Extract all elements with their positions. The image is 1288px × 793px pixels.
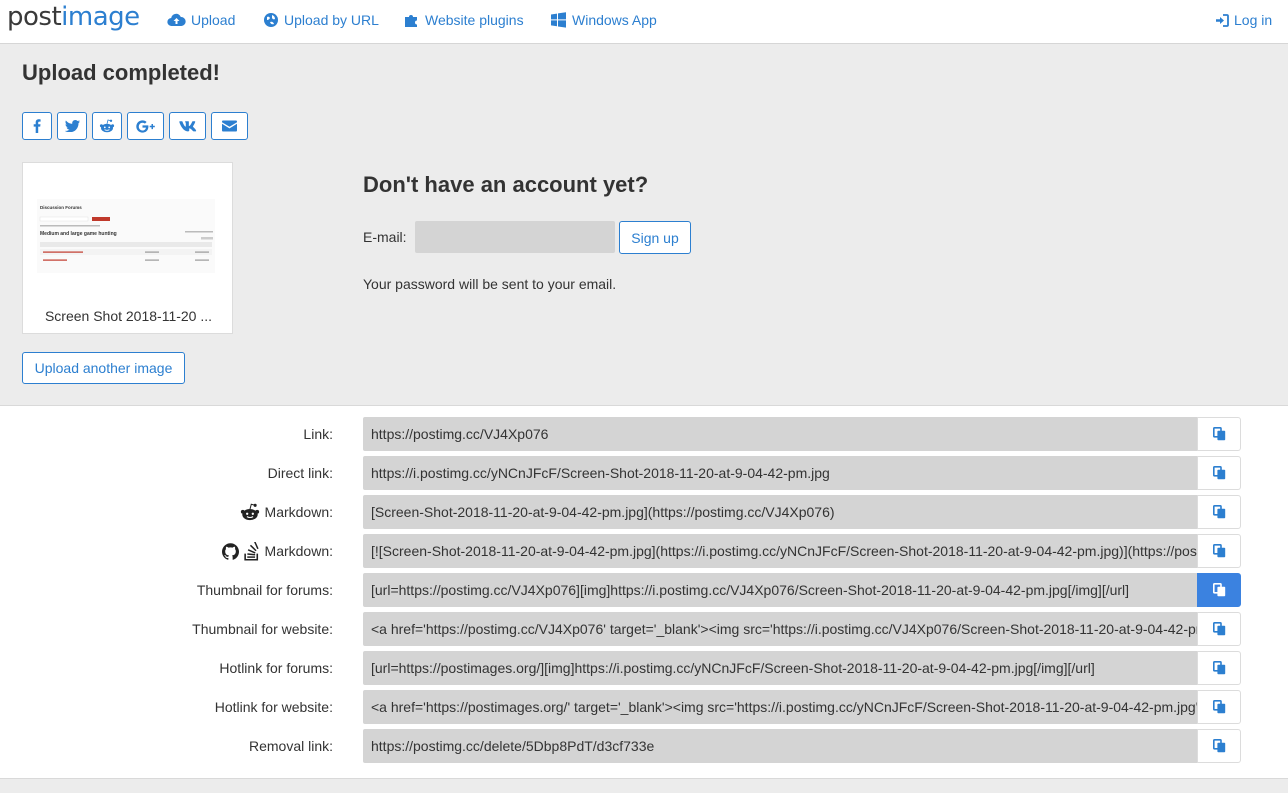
copy-icon [1212,739,1225,753]
reddit-markdown-field[interactable]: [Screen-Shot-2018-11-20-at-9-04-42-pm.jp… [363,495,1198,529]
copy-button[interactable] [1197,651,1241,685]
nav-upload-by-url-label: Upload by URL [284,12,379,28]
copy-icon [1212,427,1225,441]
reddit-markdown-row: Markdown: [Screen-Shot-2018-11-20-at-9-0… [0,495,1288,529]
thumbnail-forums-field[interactable]: [url=https://postimg.cc/VJ4Xp076][img]ht… [363,573,1198,607]
globe-icon [264,13,278,27]
vk-icon [178,120,196,131]
row-label: Markdown: [239,495,333,529]
share-email-button[interactable] [211,112,248,140]
sign-up-button[interactable]: Sign up [619,221,691,254]
google-plus-icon [135,119,155,133]
share-buttons [22,112,248,140]
hotlink-forums-row: Hotlink for forums: [url=https://postima… [0,651,1288,685]
copy-button[interactable] [1197,729,1241,763]
nav-windows-app-label: Windows App [572,12,657,28]
hotlink-website-row: Hotlink for website: <a href='https://po… [0,690,1288,724]
email-icon [222,120,237,132]
copy-icon [1212,661,1225,675]
uploaded-image-card[interactable]: Discussion Forums Medium and large game … [22,162,233,334]
direct-link-row: Direct link: https://i.postimg.cc/yNCnJF… [0,456,1288,490]
account-heading: Don't have an account yet? [363,172,649,197]
nav-website-plugins[interactable]: Website plugins [403,10,524,30]
password-note: Your password will be sent to your email… [363,276,617,292]
share-twitter-button[interactable] [57,112,87,140]
postimage-logo[interactable]: postimage [7,2,140,32]
page-title: Upload completed! [22,60,221,85]
facebook-icon [33,119,41,133]
windows-icon [551,12,566,28]
copy-button[interactable] [1197,456,1241,490]
hotlink-website-field[interactable]: <a href='https://postimages.org/' target… [363,690,1198,724]
thumbnail-preview-subtitle: Medium and large game hunting [40,231,117,237]
top-navbar: postimage Upload Upload by URL Website p… [0,0,1288,44]
nav-windows-app[interactable]: Windows App [550,10,657,30]
nav-website-plugins-label: Website plugins [425,12,524,28]
github-icon [221,542,239,560]
nav-upload-label: Upload [191,12,236,28]
copy-icon [1212,466,1225,480]
share-vk-button[interactable] [169,112,206,140]
twitter-icon [64,120,80,132]
email-label: E-mail: [363,229,407,245]
copy-button[interactable] [1197,612,1241,646]
copy-icon [1212,544,1225,558]
copy-button[interactable] [1197,495,1241,529]
row-label: Hotlink for forums: [219,660,333,676]
stack-overflow-icon [243,541,259,561]
thumbnail-preview-title: Discussion Forums [40,205,82,210]
row-label: Thumbnail for forums: [196,582,333,598]
reddit-icon [99,119,115,133]
thumbnail-forums-row: Thumbnail for forums: [url=https://posti… [0,573,1288,607]
reddit-icon [240,503,259,521]
sign-in-icon [1216,13,1229,27]
row-label: Link: [303,426,333,442]
copy-button[interactable] [1197,417,1241,451]
thumbnail-preview-image: Discussion Forums Medium and large game … [37,199,215,273]
share-google-plus-button[interactable] [127,112,164,140]
thumbnail-caption: Screen Shot 2018-11-20 ... [44,308,213,324]
puzzle-icon [405,15,417,27]
nav-login-label: Log in [1234,12,1273,28]
nav-login[interactable]: Log in [1215,10,1272,30]
row-label: Hotlink for website: [214,699,333,715]
link-field[interactable]: https://postimg.cc/VJ4Xp076 [363,417,1198,451]
github-markdown-field[interactable]: [![Screen-Shot-2018-11-20-at-9-04-42-pm.… [363,534,1198,568]
email-field[interactable] [415,221,615,253]
share-reddit-button[interactable] [92,112,122,140]
copy-button[interactable] [1197,534,1241,568]
removal-link-field[interactable]: https://postimg.cc/delete/5Dbp8PdT/d3cf7… [363,729,1198,763]
upload-another-image-button[interactable]: Upload another image [22,352,185,384]
removal-link-row: Removal link: https://postimg.cc/delete/… [0,729,1288,763]
thumbnail-website-row: Thumbnail for website: <a href='https://… [0,612,1288,646]
copy-button[interactable] [1197,573,1241,607]
copy-button[interactable] [1197,690,1241,724]
direct-link-field[interactable]: https://i.postimg.cc/yNCnJFcF/Screen-Sho… [363,456,1198,490]
hotlink-forums-field[interactable]: [url=https://postimages.org/][img]https:… [363,651,1198,685]
link-row: Link: https://postimg.cc/VJ4Xp076 [0,417,1288,451]
uploaded-image-thumbnail[interactable]: Discussion Forums Medium and large game … [37,199,215,273]
copy-icon [1212,505,1225,519]
row-label: Thumbnail for website: [192,621,333,637]
nav-upload-by-url[interactable]: Upload by URL [263,10,379,30]
share-links-panel: Link: https://postimg.cc/VJ4Xp076 Direct… [0,405,1288,779]
row-label: Removal link: [248,738,333,754]
cloud-upload-icon [167,13,186,27]
copy-icon [1212,700,1225,714]
nav-upload[interactable]: Upload [167,10,235,30]
copy-icon [1212,583,1225,597]
row-label: Direct link: [267,465,333,481]
share-facebook-button[interactable] [22,112,52,140]
github-markdown-row: Markdown: [![Screen-Shot-2018-11-20-at-9… [0,534,1288,568]
thumbnail-website-field[interactable]: <a href='https://postimg.cc/VJ4Xp076' ta… [363,612,1198,646]
row-label: Markdown: [221,534,333,568]
copy-icon [1212,622,1225,636]
